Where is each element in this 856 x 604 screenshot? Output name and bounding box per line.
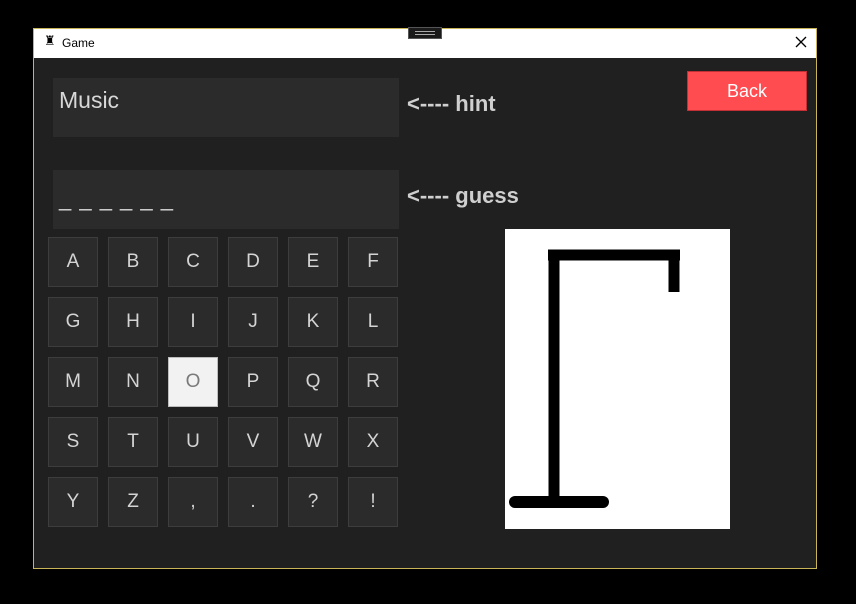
key-m[interactable]: M xyxy=(48,357,98,407)
key-question-mark[interactable]: ? xyxy=(288,477,338,527)
key-e[interactable]: E xyxy=(288,237,338,287)
guess-field: _ _ _ _ _ _ xyxy=(53,170,399,229)
guess-label: <---- guess xyxy=(407,183,519,208)
key-f[interactable]: F xyxy=(348,237,398,287)
key-h[interactable]: H xyxy=(108,297,158,347)
key-a[interactable]: A xyxy=(48,237,98,287)
key-w[interactable]: W xyxy=(288,417,338,467)
key-y[interactable]: Y xyxy=(48,477,98,527)
key-b[interactable]: B xyxy=(108,237,158,287)
key-o[interactable]: O xyxy=(168,357,218,407)
gallows-drawing xyxy=(509,249,680,508)
key-c[interactable]: C xyxy=(168,237,218,287)
guess-text: _ _ _ _ _ _ xyxy=(59,186,174,211)
key-r[interactable]: R xyxy=(348,357,398,407)
key-k[interactable]: K xyxy=(288,297,338,347)
key-x[interactable]: X xyxy=(348,417,398,467)
key-g[interactable]: G xyxy=(48,297,98,347)
key-v[interactable]: V xyxy=(228,417,278,467)
key-s[interactable]: S xyxy=(48,417,98,467)
back-button[interactable]: Back xyxy=(687,71,807,111)
hint-label: <---- hint xyxy=(407,91,496,116)
hangman-canvas xyxy=(505,229,730,529)
window-title: Game xyxy=(62,36,95,50)
key-exclamation[interactable]: ! xyxy=(348,477,398,527)
key-p[interactable]: P xyxy=(228,357,278,407)
key-i[interactable]: I xyxy=(168,297,218,347)
key-j[interactable]: J xyxy=(228,297,278,347)
key-period[interactable]: . xyxy=(228,477,278,527)
key-n[interactable]: N xyxy=(108,357,158,407)
key-z[interactable]: Z xyxy=(108,477,158,527)
key-t[interactable]: T xyxy=(108,417,158,467)
key-d[interactable]: D xyxy=(228,237,278,287)
key-l[interactable]: L xyxy=(348,297,398,347)
app-icon: ♜ xyxy=(44,34,56,49)
key-comma[interactable]: , xyxy=(168,477,218,527)
key-q[interactable]: Q xyxy=(288,357,338,407)
game-window: ♜ Game Music <---- hint _ _ _ _ _ _ <---… xyxy=(33,28,817,569)
close-button[interactable] xyxy=(786,29,816,58)
window-drag-handle[interactable] xyxy=(408,27,442,39)
hint-field: Music xyxy=(53,78,399,137)
key-u[interactable]: U xyxy=(168,417,218,467)
hint-text: Music xyxy=(59,87,120,113)
close-icon xyxy=(795,36,807,48)
